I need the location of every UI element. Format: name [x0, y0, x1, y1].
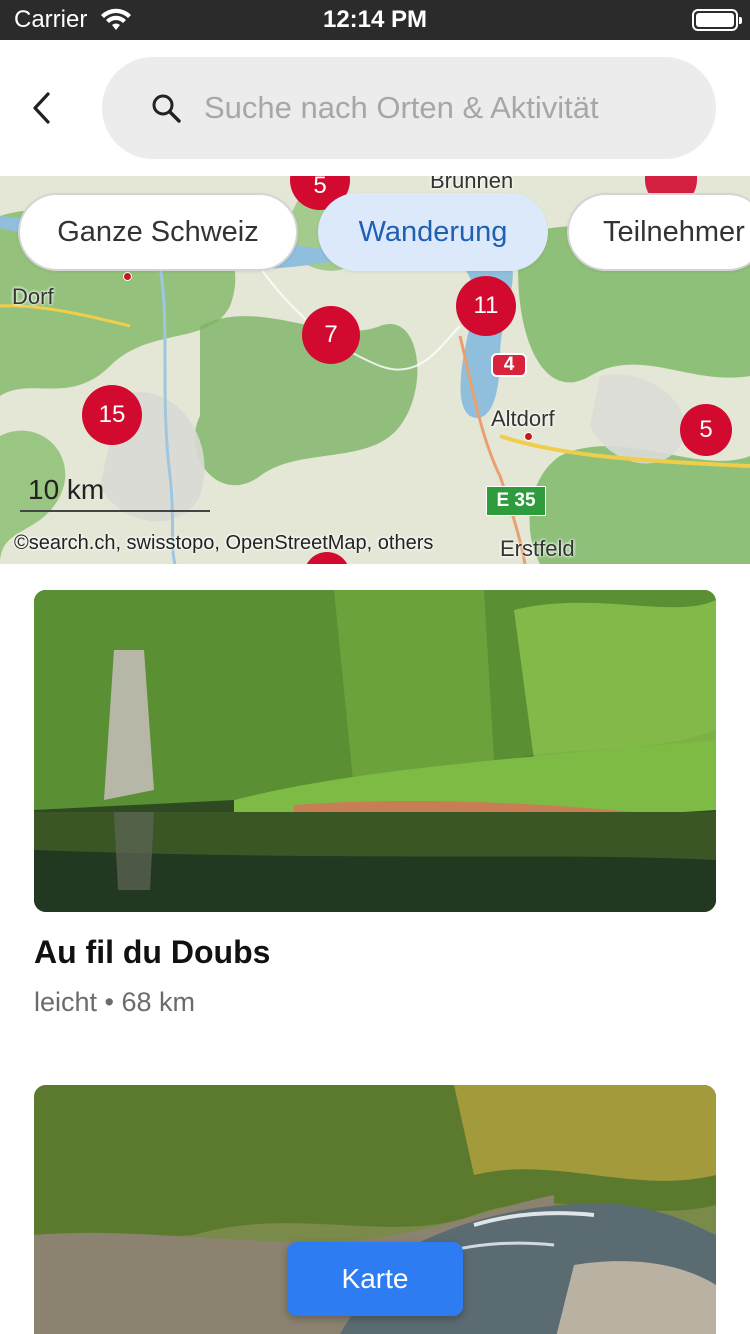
place-label: Dorf — [12, 284, 54, 309]
cluster-count: 7 — [324, 321, 338, 348]
map-toggle-button[interactable]: Karte — [287, 1242, 463, 1316]
place-label: Altdorf — [491, 406, 555, 431]
chip-label: Ganze Schweiz — [57, 215, 259, 248]
map-toggle-label: Karte — [341, 1263, 409, 1294]
euro-route-sign: E 35 — [486, 486, 546, 516]
tour-card[interactable]: Au fil du Doubs leicht • 68 km — [34, 590, 716, 1018]
euro-route-number: E 35 — [496, 490, 536, 511]
cluster-count: 5 — [699, 416, 713, 443]
map-scale-label: 10 km — [28, 474, 105, 505]
tour-difficulty: leicht — [34, 987, 98, 1017]
place-label: Erstfeld — [500, 536, 575, 561]
map-cluster-marker[interactable]: 7 — [302, 306, 360, 364]
meta-separator: • — [104, 987, 114, 1017]
back-button[interactable] — [22, 84, 62, 132]
search-field[interactable] — [102, 57, 716, 159]
battery-icon — [692, 9, 742, 31]
place-marker — [123, 272, 132, 281]
map-attribution[interactable]: ©search.ch, swisstopo, OpenStreetMap, ot… — [14, 532, 433, 555]
map-scale-bar — [20, 510, 210, 512]
search-icon — [152, 94, 181, 123]
filter-chip-participants[interactable]: Teilnehmer — [567, 193, 750, 271]
filter-chip-activity[interactable]: Wanderung — [318, 193, 548, 271]
map-cluster-marker[interactable]: 5 — [680, 404, 732, 456]
place-label: Brunnen — [430, 176, 514, 193]
status-bar: Carrier 12:14 PM — [0, 0, 750, 40]
tour-meta: leicht • 68 km — [34, 987, 716, 1018]
clock: 12:14 PM — [322, 6, 428, 33]
tour-distance: 68 km — [121, 987, 196, 1017]
map-cluster-marker[interactable]: 11 — [456, 276, 516, 336]
map-cluster-marker[interactable]: 15 — [82, 385, 142, 445]
map-view[interactable]: Brunnen Dorf Altdorf Erstfeld 4 E 35 5 7… — [0, 176, 750, 564]
cluster-count: 11 — [473, 292, 499, 319]
search-input[interactable] — [204, 90, 624, 126]
cluster-count: 15 — [98, 401, 126, 428]
motorway-sign: 4 — [491, 353, 527, 377]
chevron-left-icon — [33, 92, 50, 124]
chip-label: Teilnehmer — [603, 215, 745, 248]
cluster-count: 5 — [313, 176, 327, 199]
search-header — [0, 40, 750, 176]
motorway-number: 4 — [503, 354, 515, 375]
tour-title: Au fil du Doubs — [34, 934, 271, 970]
chip-label: Wanderung — [358, 215, 508, 248]
place-marker — [524, 432, 533, 441]
tour-image — [34, 590, 716, 912]
filter-chip-region[interactable]: Ganze Schweiz — [18, 193, 298, 271]
